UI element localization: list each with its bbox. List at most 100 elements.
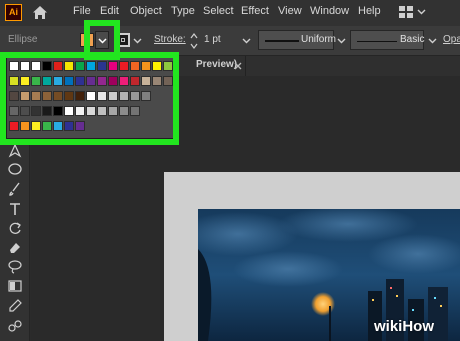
- illustrator-logo: Ai: [5, 4, 22, 21]
- color-swatch[interactable]: [64, 76, 74, 86]
- menu-help[interactable]: Help: [358, 5, 381, 17]
- color-swatch[interactable]: [53, 106, 63, 116]
- color-swatch[interactable]: [119, 106, 129, 116]
- color-swatch[interactable]: [130, 106, 140, 116]
- color-swatch[interactable]: [119, 61, 129, 71]
- color-swatch[interactable]: [9, 106, 19, 116]
- color-swatch[interactable]: [31, 121, 41, 131]
- menu-type[interactable]: Type: [171, 5, 195, 17]
- gradient-tool-icon[interactable]: [7, 278, 23, 294]
- color-swatch[interactable]: [53, 91, 63, 101]
- color-swatch[interactable]: [108, 61, 118, 71]
- color-swatch[interactable]: [130, 76, 140, 86]
- color-swatch[interactable]: [86, 61, 96, 71]
- color-swatch[interactable]: [20, 91, 30, 101]
- brush-label: Basic: [400, 34, 425, 45]
- chevron-down-icon[interactable]: [242, 36, 251, 45]
- menu-bar: Ai File Edit Object Type Select Effect V…: [0, 0, 460, 26]
- opacity-link[interactable]: Opacity: [443, 34, 460, 45]
- color-swatch[interactable]: [108, 76, 118, 86]
- color-swatch[interactable]: [42, 76, 52, 86]
- color-swatch[interactable]: [9, 61, 19, 71]
- color-swatch[interactable]: [9, 76, 19, 86]
- menu-edit[interactable]: Edit: [100, 5, 119, 17]
- brush-preview-line: [357, 41, 397, 42]
- menu-window[interactable]: Window: [310, 5, 349, 17]
- rotate-tool-icon[interactable]: [7, 220, 23, 236]
- color-swatch[interactable]: [163, 61, 173, 71]
- color-swatch[interactable]: [42, 61, 52, 71]
- color-swatch[interactable]: [130, 91, 140, 101]
- ellipse-tool-icon[interactable]: [7, 161, 23, 177]
- color-swatch[interactable]: [31, 91, 41, 101]
- color-swatch[interactable]: [31, 61, 41, 71]
- eyedropper-tool-icon[interactable]: [7, 298, 23, 314]
- color-swatch[interactable]: [97, 106, 107, 116]
- brush-definition-dropdown[interactable]: Basic: [350, 30, 424, 50]
- stroke-panel-link[interactable]: Stroke:: [154, 34, 186, 45]
- color-swatch[interactable]: [20, 76, 30, 86]
- color-swatch[interactable]: [64, 61, 74, 71]
- stroke-weight-field[interactable]: 1 pt: [201, 31, 241, 50]
- color-swatch[interactable]: [42, 91, 52, 101]
- color-swatch[interactable]: [64, 91, 74, 101]
- menu-effect[interactable]: Effect: [241, 5, 269, 17]
- color-swatch[interactable]: [119, 76, 129, 86]
- color-swatch[interactable]: [86, 91, 96, 101]
- stroke-weight-spinner-icon[interactable]: [190, 32, 198, 50]
- color-swatch[interactable]: [42, 121, 52, 131]
- color-swatch[interactable]: [108, 91, 118, 101]
- close-icon[interactable]: [234, 62, 242, 70]
- color-swatch[interactable]: [141, 76, 151, 86]
- color-swatch[interactable]: [97, 76, 107, 86]
- color-swatch[interactable]: [75, 61, 85, 71]
- color-swatch[interactable]: [163, 76, 173, 86]
- color-swatch[interactable]: [119, 91, 129, 101]
- color-swatch[interactable]: [53, 76, 63, 86]
- color-swatch[interactable]: [152, 61, 162, 71]
- color-swatch[interactable]: [64, 121, 74, 131]
- workspace-switcher-icon[interactable]: [399, 6, 413, 18]
- color-swatch[interactable]: [20, 106, 30, 116]
- color-swatch[interactable]: [31, 76, 41, 86]
- chevron-down-icon[interactable]: [337, 36, 346, 45]
- color-swatch[interactable]: [64, 106, 74, 116]
- color-swatch[interactable]: [97, 91, 107, 101]
- color-swatch[interactable]: [75, 91, 85, 101]
- home-icon[interactable]: [32, 5, 48, 20]
- chevron-down-icon[interactable]: [133, 36, 142, 45]
- color-swatch[interactable]: [141, 61, 151, 71]
- color-swatch[interactable]: [9, 91, 19, 101]
- lasso-tool-icon[interactable]: [7, 258, 23, 274]
- pen-tool-icon[interactable]: [7, 143, 23, 159]
- color-swatch[interactable]: [86, 76, 96, 86]
- color-swatch[interactable]: [75, 76, 85, 86]
- chevron-down-icon[interactable]: [417, 7, 426, 16]
- color-swatch[interactable]: [86, 106, 96, 116]
- color-swatch[interactable]: [75, 106, 85, 116]
- wikihow-watermark: wikiHow: [374, 318, 435, 335]
- color-swatch[interactable]: [53, 121, 63, 131]
- color-swatch[interactable]: [130, 61, 140, 71]
- type-tool-icon[interactable]: [7, 201, 23, 217]
- color-swatch[interactable]: [31, 106, 41, 116]
- color-swatch[interactable]: [20, 121, 30, 131]
- color-swatch[interactable]: [108, 106, 118, 116]
- blend-tool-icon[interactable]: [7, 318, 23, 334]
- color-swatch[interactable]: [141, 91, 151, 101]
- color-swatch[interactable]: [53, 61, 63, 71]
- color-swatch[interactable]: [42, 106, 52, 116]
- menu-select[interactable]: Select: [203, 5, 234, 17]
- paintbrush-tool-icon[interactable]: [7, 181, 23, 197]
- menu-file[interactable]: File: [73, 5, 91, 17]
- eraser-tool-icon[interactable]: [7, 239, 23, 255]
- color-swatch[interactable]: [9, 121, 19, 131]
- menu-view[interactable]: View: [278, 5, 302, 17]
- menu-object[interactable]: Object: [130, 5, 162, 17]
- color-swatch[interactable]: [75, 121, 85, 131]
- color-swatch[interactable]: [20, 61, 30, 71]
- color-swatch[interactable]: [152, 76, 162, 86]
- chevron-down-icon[interactable]: [428, 36, 437, 45]
- variable-width-profile-dropdown[interactable]: Uniform: [258, 30, 336, 50]
- color-swatch[interactable]: [97, 61, 107, 71]
